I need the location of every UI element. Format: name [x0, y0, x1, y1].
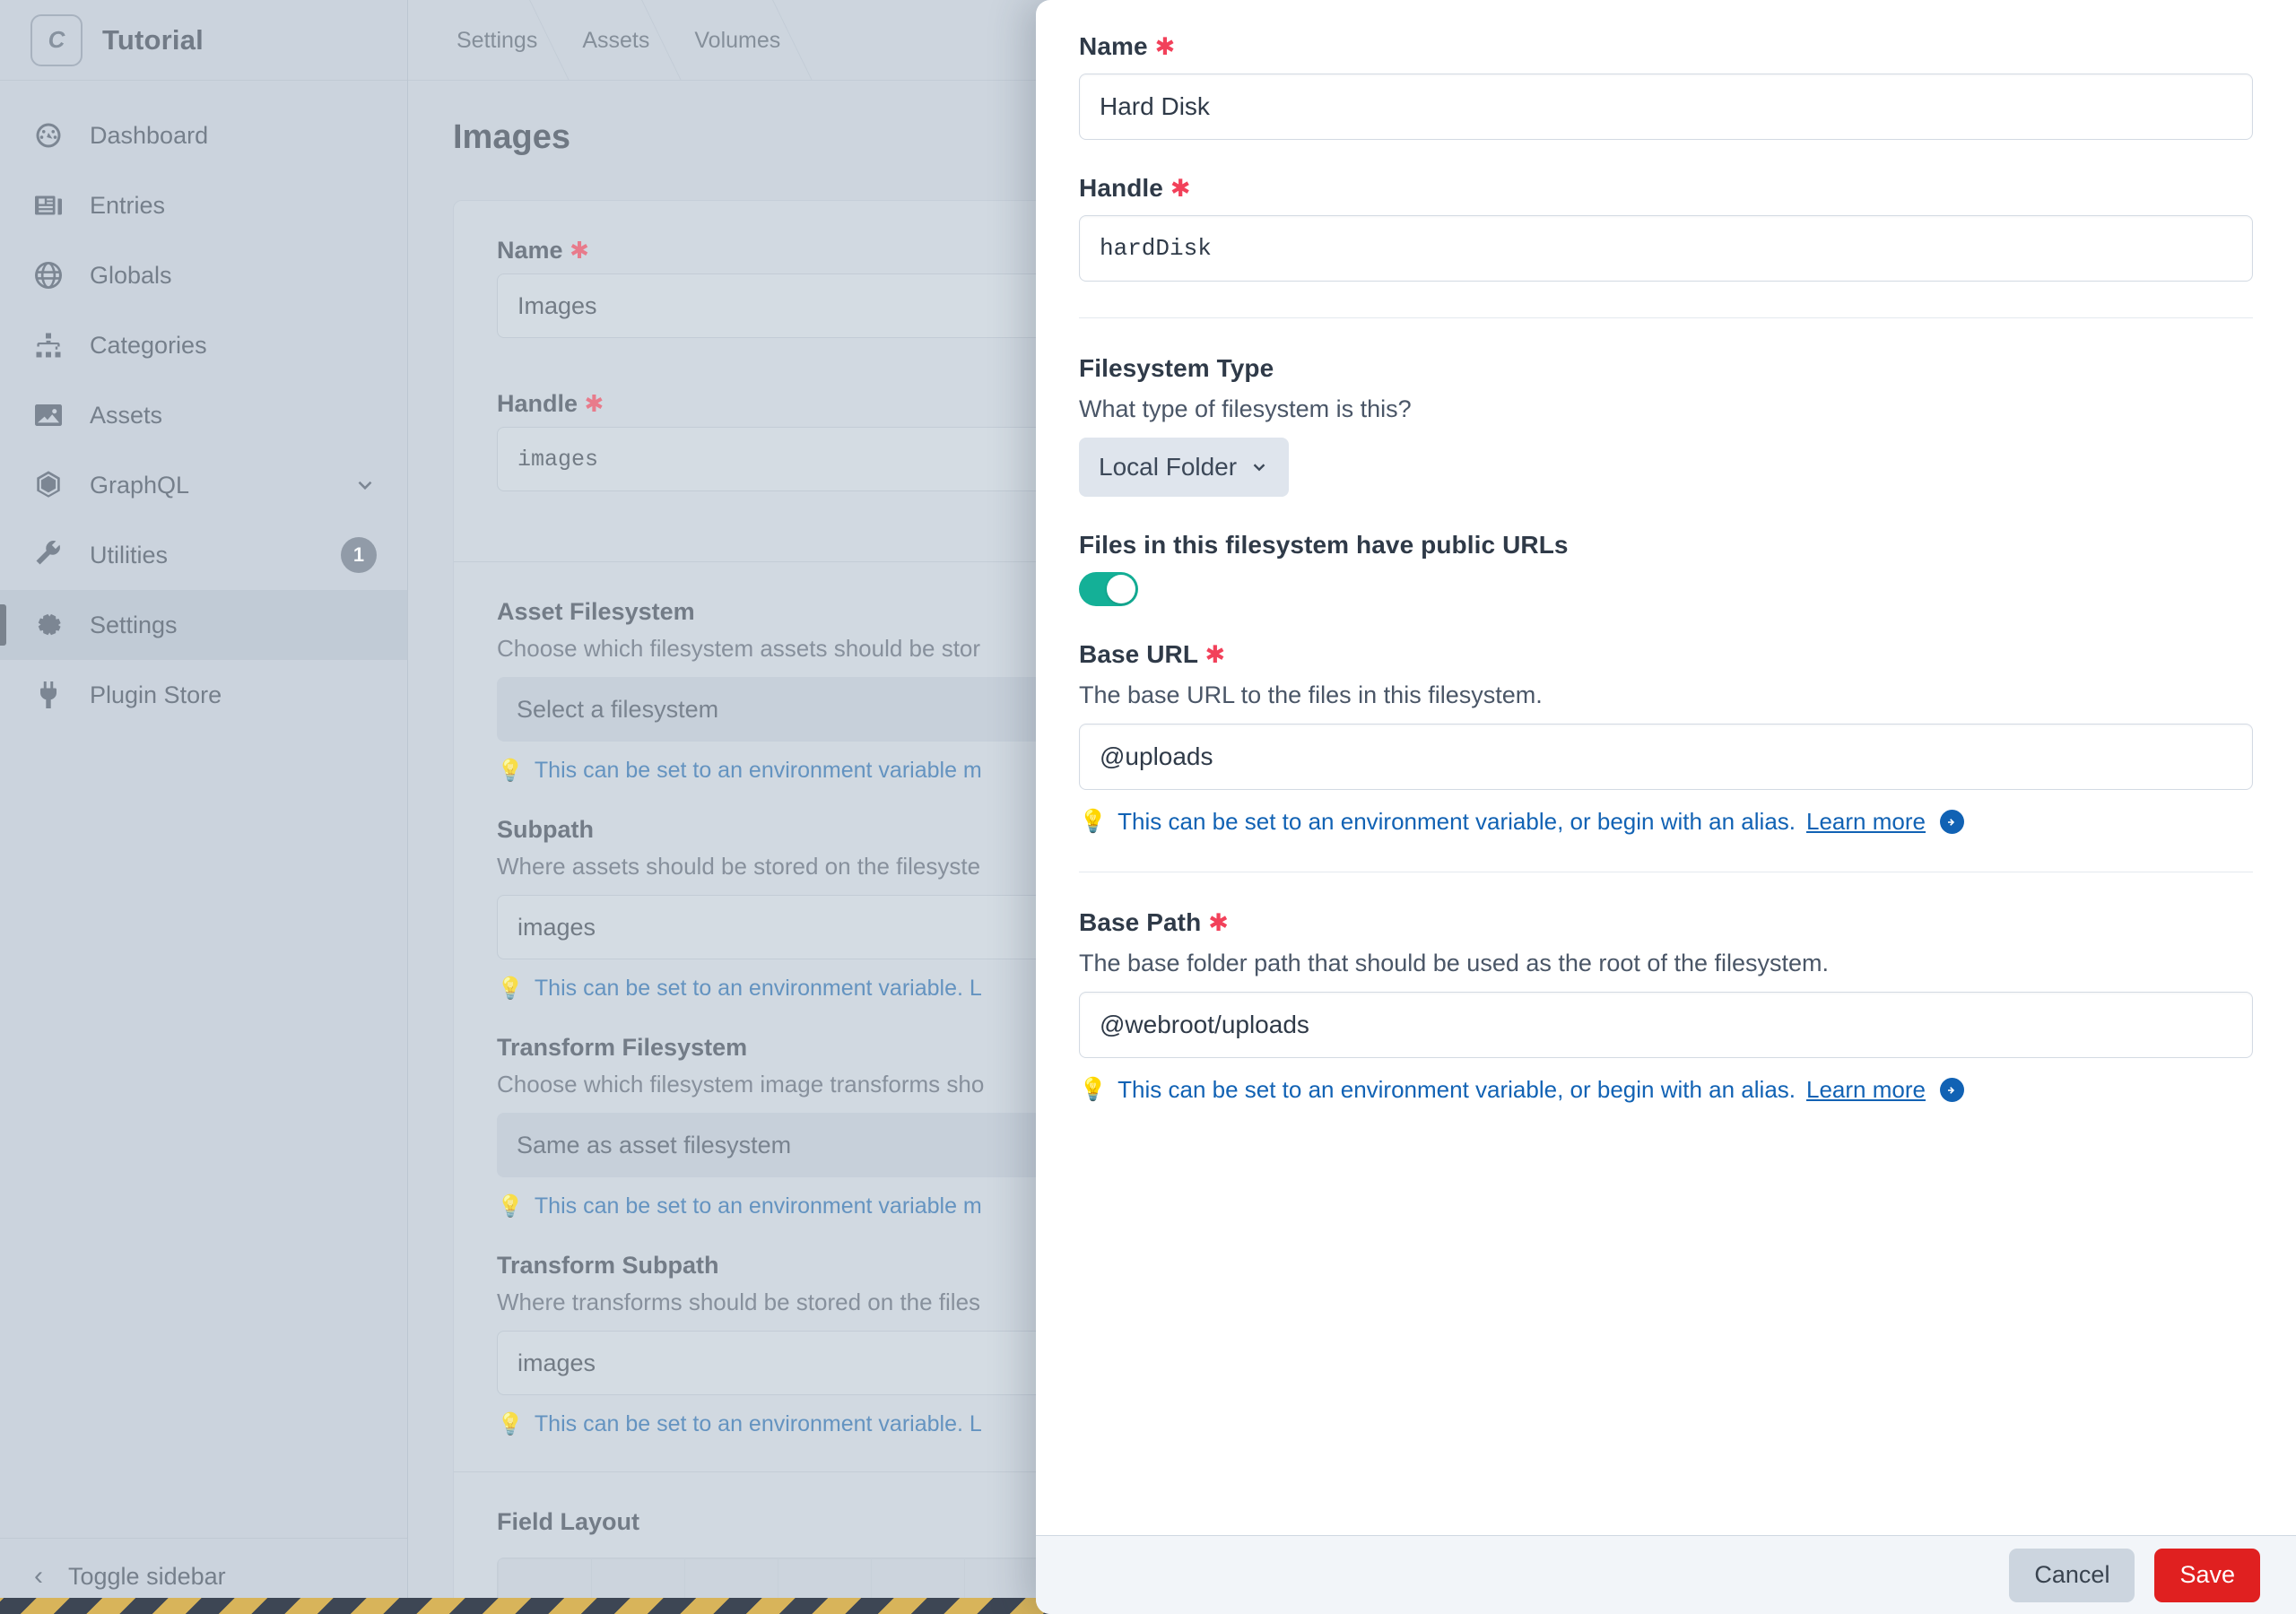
wrench-icon — [30, 537, 66, 573]
chevron-down-icon[interactable] — [353, 473, 377, 497]
sidebar-item-assets[interactable]: Assets — [0, 380, 407, 450]
save-button[interactable]: Save — [2154, 1548, 2260, 1602]
base-url-label: Base URL ✱ — [1079, 640, 1226, 668]
sidebar-item-label: Dashboard — [90, 121, 209, 149]
sidebar-badge-utilities: 1 — [341, 537, 377, 573]
slideout-footer: Cancel Save — [1036, 1535, 2296, 1614]
globe-icon — [30, 257, 66, 293]
base-url-env-hint: 💡 This can be set to an environment vari… — [1079, 808, 2253, 836]
required-asterisk: ✱ — [1154, 33, 1176, 60]
sidebar-item-entries[interactable]: Entries — [0, 170, 407, 240]
site-logo: C — [30, 13, 83, 66]
base-url-hint-text: This can be set to an environment variab… — [1118, 808, 1796, 835]
base-path-input[interactable]: @webroot/uploads — [1079, 992, 2253, 1058]
sidebar-nav: Dashboard Entries Globals Categories Ass — [0, 81, 407, 1538]
screen-root: C Tutorial Dashboard Entries Globals Cat… — [0, 0, 2296, 1614]
sidebar-item-plugin-store[interactable]: Plugin Store — [0, 660, 407, 730]
filesystem-slideout-panel: Name ✱ Hard Disk Handle ✱ hardDisk Files… — [1036, 0, 2296, 1614]
plug-icon — [30, 677, 66, 713]
name-label: Name ✱ — [1079, 32, 1176, 60]
filesystem-type-instructions: What type of filesystem is this? — [1079, 395, 1412, 422]
arrow-right-circle-icon[interactable] — [1939, 1078, 1964, 1102]
slideout-field-public-urls: Files in this filesystem have public URL… — [1079, 531, 2253, 606]
handle-label: Handle ✱ — [1079, 174, 1191, 202]
sidebar-item-graphql[interactable]: GraphQL — [0, 450, 407, 520]
sidebar-item-label: Settings — [90, 611, 178, 638]
lightbulb-icon: 💡 — [1079, 809, 1108, 834]
sidebar-item-label: GraphQL — [90, 471, 190, 499]
lightbulb-icon: 💡 — [497, 976, 524, 1001]
filesystem-type-label: Filesystem Type — [1079, 354, 1274, 382]
sidebar-item-label: Categories — [90, 331, 207, 359]
filesystem-type-select[interactable]: Local Folder — [1079, 438, 1290, 497]
sidebar-item-utilities[interactable]: Utilities 1 — [0, 520, 407, 590]
sidebar-item-settings[interactable]: Settings — [0, 590, 407, 660]
env-hint-text: This can be set to an environment variab… — [534, 976, 982, 1001]
required-asterisk: ✱ — [570, 237, 589, 264]
sidebar-item-label: Assets — [90, 401, 163, 429]
base-url-instructions: The base URL to the files in this filesy… — [1079, 681, 1543, 708]
arrow-right-circle-icon[interactable] — [1939, 810, 1964, 834]
sidebar-item-dashboard[interactable]: Dashboard — [0, 100, 407, 170]
lightbulb-icon: 💡 — [497, 758, 524, 783]
sitemap-icon — [30, 327, 66, 363]
learn-more-link[interactable]: Learn more — [1806, 1076, 1926, 1104]
toggle-knob — [1107, 575, 1135, 603]
env-hint-text: This can be set to an environment variab… — [534, 1193, 982, 1219]
base-path-label: Base Path ✱ — [1079, 908, 1229, 936]
slideout-body: Name ✱ Hard Disk Handle ✱ hardDisk Files… — [1036, 0, 2296, 1535]
sidebar-item-globals[interactable]: Globals — [0, 240, 407, 310]
base-path-hint-text: This can be set to an environment variab… — [1118, 1076, 1796, 1103]
lightbulb-icon: 💡 — [497, 1411, 524, 1436]
slideout-field-handle: Handle ✱ hardDisk — [1079, 174, 2253, 282]
public-urls-toggle[interactable] — [1079, 572, 1138, 606]
sidebar: C Tutorial Dashboard Entries Globals Cat… — [0, 0, 408, 1614]
base-path-env-hint: 💡 This can be set to an environment vari… — [1079, 1076, 2253, 1104]
sidebar-item-label: Entries — [90, 191, 166, 219]
gear-icon — [30, 607, 66, 643]
cancel-button[interactable]: Cancel — [2009, 1548, 2135, 1602]
toggle-sidebar-label: Toggle sidebar — [68, 1562, 226, 1590]
required-asterisk: ✱ — [1205, 641, 1226, 668]
newspaper-icon — [30, 187, 66, 223]
base-url-input[interactable]: @uploads — [1079, 724, 2253, 790]
section-divider — [1079, 317, 2253, 318]
breadcrumb-item-volumes[interactable]: Volumes — [682, 0, 813, 81]
image-icon — [30, 397, 66, 433]
sidebar-item-label: Utilities — [90, 541, 169, 568]
name-input[interactable]: Hard Disk — [1079, 74, 2253, 140]
breadcrumb-item-settings[interactable]: Settings — [444, 0, 570, 81]
filesystem-type-value: Local Folder — [1099, 453, 1238, 481]
slideout-field-base-url: Base URL ✱ The base URL to the files in … — [1079, 640, 2253, 836]
gauge-icon — [30, 117, 66, 153]
env-hint-text: This can be set to an environment variab… — [534, 758, 982, 783]
slideout-field-filesystem-type: Filesystem Type What type of filesystem … — [1079, 354, 2253, 497]
required-asterisk: ✱ — [584, 390, 604, 417]
sidebar-item-label: Globals — [90, 261, 172, 289]
slideout-field-base-path: Base Path ✱ The base folder path that sh… — [1079, 908, 2253, 1104]
slideout-field-name: Name ✱ Hard Disk — [1079, 32, 2253, 140]
lightbulb-icon: 💡 — [1079, 1077, 1108, 1102]
base-path-instructions: The base folder path that should be used… — [1079, 950, 1830, 976]
sidebar-item-label: Plugin Store — [90, 681, 222, 708]
sidebar-header[interactable]: C Tutorial — [0, 0, 407, 81]
public-urls-label: Files in this filesystem have public URL… — [1079, 531, 1569, 559]
site-title: Tutorial — [102, 23, 204, 56]
chevron-left-icon: ‹ — [34, 1561, 43, 1591]
learn-more-link[interactable]: Learn more — [1806, 808, 1926, 836]
required-asterisk: ✱ — [1208, 909, 1229, 936]
sidebar-item-categories[interactable]: Categories — [0, 310, 407, 380]
env-hint-text: This can be set to an environment variab… — [534, 1411, 982, 1436]
handle-input[interactable]: hardDisk — [1079, 215, 2253, 282]
chevron-down-icon — [1249, 457, 1269, 477]
lightbulb-icon: 💡 — [497, 1193, 524, 1219]
breadcrumb-item-assets[interactable]: Assets — [570, 0, 682, 81]
graphql-icon — [30, 467, 66, 503]
required-asterisk: ✱ — [1170, 175, 1191, 202]
